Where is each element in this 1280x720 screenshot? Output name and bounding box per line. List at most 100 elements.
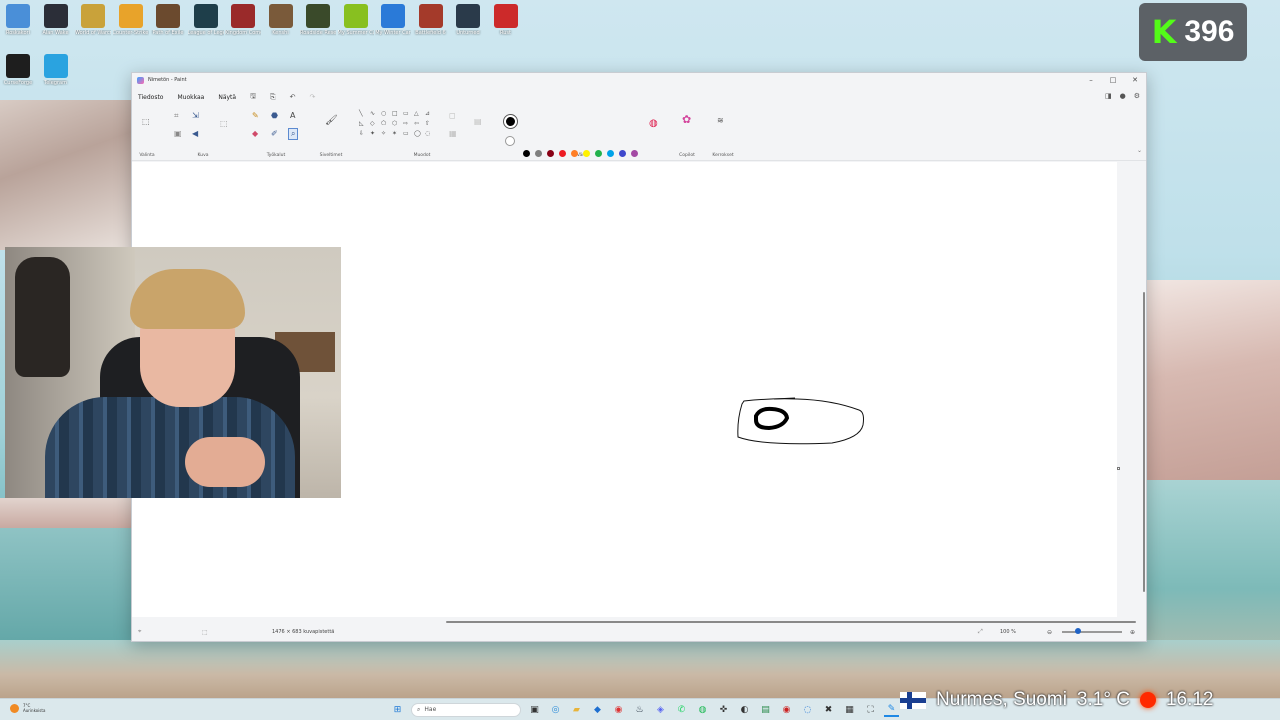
task-view-icon[interactable]: ▣ <box>527 702 542 717</box>
zoom-out-icon[interactable]: ⊖ <box>1047 629 1052 636</box>
color-swatch[interactable] <box>559 150 566 157</box>
ribbon-collapse-icon[interactable]: ⌄ <box>1137 147 1142 154</box>
fill-shape-icon[interactable]: ▦ <box>449 129 457 138</box>
desktop-icon[interactable]: Rust <box>488 0 524 36</box>
desktop-icon[interactable]: My Winter Car <box>375 0 411 36</box>
save-icon[interactable]: 🖫 <box>250 92 256 103</box>
desktop-icon[interactable]: Battlefield 6 <box>413 0 449 36</box>
edit-colors-icon[interactable]: ◍ <box>649 118 658 129</box>
desktop-icon[interactable]: Kingdom Come <box>225 0 261 36</box>
paint-taskbar-icon[interactable]: ✎ <box>884 702 899 717</box>
zoom-slider-knob[interactable] <box>1075 628 1081 634</box>
app-icon-4[interactable]: ◉ <box>779 702 794 717</box>
taskbar-search[interactable]: ⌕ Hae <box>411 702 521 717</box>
color-swatch[interactable] <box>595 150 602 157</box>
color-swatch[interactable] <box>607 150 614 157</box>
outline-icon[interactable]: ◻ <box>449 111 456 120</box>
group-selection: ⬚ Valinta <box>134 107 160 161</box>
fill-icon[interactable]: ⬣ <box>271 111 278 120</box>
size-icon[interactable]: ▤ <box>474 117 482 126</box>
menu-edit[interactable]: Muokkaa <box>177 94 204 101</box>
close-button[interactable]: ✕ <box>1124 73 1146 87</box>
window-controls: – □ ✕ <box>1080 73 1146 87</box>
color-swatch[interactable] <box>523 150 530 157</box>
spotify-icon[interactable]: ◍ <box>695 702 710 717</box>
rotate-icon[interactable]: ◀ <box>192 129 198 138</box>
image-tool-icon[interactable]: ▣ <box>174 129 182 138</box>
desktop-icon[interactable]: Kenshi <box>263 0 299 36</box>
secondary-color[interactable] <box>505 136 515 146</box>
desktop-icon[interactable]: My Summer Car <box>338 0 374 36</box>
brush-icon[interactable]: 🖌 <box>325 115 338 126</box>
selection-tool-icon[interactable]: ⬚ <box>142 117 150 126</box>
desktop-icon[interactable]: Telegram <box>38 50 74 86</box>
desktop-icon[interactable]: Unturned <box>450 0 486 36</box>
app-icon-5[interactable]: ◌ <box>800 702 815 717</box>
start-icon[interactable]: ⊞ <box>390 702 405 717</box>
store-icon[interactable]: ◆ <box>590 702 605 717</box>
crop-icon[interactable]: ⌗ <box>174 111 179 121</box>
undo-icon[interactable]: ↶ <box>290 93 296 101</box>
zoom-level[interactable]: 100 % <box>1000 629 1016 635</box>
taskbar-weather-widget[interactable]: 7°C Aurinkoista <box>10 703 45 713</box>
pencil-icon[interactable]: ✎ <box>252 111 259 120</box>
color-swatch[interactable] <box>583 150 590 157</box>
desktop-icon[interactable]: Alan Wake <box>38 0 74 36</box>
desktop-icon[interactable]: Path of Exile <box>150 0 186 36</box>
resize-icon[interactable]: ⇲ <box>192 111 199 120</box>
desktop-icon[interactable]: Counter-Strike 2 <box>113 0 149 36</box>
desktop-icon-image <box>493 4 518 28</box>
primary-color[interactable] <box>504 115 517 128</box>
desktop-wallpaper-shore-left <box>0 498 135 528</box>
settings-icon[interactable]: ⚙ <box>1134 92 1140 100</box>
share-icon[interactable]: ⎘ <box>270 93 276 102</box>
comment-icon[interactable]: ◨ <box>1105 92 1112 100</box>
copilot-icon[interactable]: ✿ <box>682 113 691 126</box>
app-icon-1[interactable]: ✜ <box>716 702 731 717</box>
weather-text: 7°C Aurinkoista <box>23 703 45 713</box>
account-icon[interactable]: ● <box>1120 92 1126 100</box>
fit-screen-icon[interactable]: ⤢ <box>978 628 983 636</box>
app-icon-3[interactable]: ▤ <box>758 702 773 717</box>
vertical-scrollbar[interactable] <box>1143 292 1145 592</box>
app-icon-6[interactable]: ✖ <box>821 702 836 717</box>
desktop-icon[interactable]: League of Legends <box>188 0 224 36</box>
zoom-slider[interactable] <box>1062 631 1122 633</box>
image-select-icon[interactable]: ⬚ <box>220 119 228 128</box>
edge-icon[interactable]: ◎ <box>548 702 563 717</box>
discord-icon[interactable]: ◈ <box>653 702 668 717</box>
color-picker-icon[interactable]: ✐ <box>271 129 278 138</box>
minimize-button[interactable]: – <box>1080 73 1102 87</box>
eraser-icon[interactable]: ◆ <box>252 129 258 138</box>
menu-file[interactable]: Tiedosto <box>138 94 163 101</box>
app-icon-7[interactable]: ▦ <box>842 702 857 717</box>
redo-icon[interactable]: ↷ <box>310 93 316 101</box>
desktop-icon-label: Roadside Research <box>300 30 336 36</box>
color-swatch[interactable] <box>547 150 554 157</box>
app-icon-2[interactable]: ◐ <box>737 702 752 717</box>
color-swatch[interactable] <box>619 150 626 157</box>
shapes-gallery[interactable]: ╲ ∿ ○ □ ▭ △ ⊿ ◺ ◇ ⬠ ⬡ ⇨ ⇦ ⇧ ⇩ ✦ ✧ ✶ ▭ ◯ ◌ <box>359 110 436 140</box>
desktop-icon[interactable]: World of Warcraft <box>75 0 111 36</box>
menu-view[interactable]: Näytä <box>218 94 236 101</box>
maximize-button[interactable]: □ <box>1102 73 1124 87</box>
canvas-resize-handle[interactable] <box>1117 467 1120 470</box>
desktop-icon-image <box>6 4 30 28</box>
paint-app-icon <box>137 76 144 84</box>
desktop-icon[interactable]: Roskakori <box>0 0 36 36</box>
file-explorer-icon[interactable]: ▰ <box>569 702 584 717</box>
magnifier-icon[interactable]: ⌕ <box>288 128 299 140</box>
text-icon[interactable]: A <box>290 111 295 120</box>
desktop-icon[interactable]: Roadside Research <box>300 0 336 36</box>
zoom-in-icon[interactable]: ⊕ <box>1130 629 1135 636</box>
desktop-icon[interactable]: CurseForge <box>0 50 36 86</box>
color-swatch[interactable] <box>571 150 578 157</box>
chrome-icon[interactable]: ◉ <box>611 702 626 717</box>
color-swatch[interactable] <box>631 150 638 157</box>
layers-icon[interactable]: ≋ <box>717 116 724 125</box>
whatsapp-icon[interactable]: ✆ <box>674 702 689 717</box>
color-swatch[interactable] <box>535 150 542 157</box>
steam-icon[interactable]: ♨ <box>632 702 647 717</box>
app-icon-8[interactable]: ⛶ <box>863 702 878 717</box>
webcam-overlay <box>5 247 341 498</box>
